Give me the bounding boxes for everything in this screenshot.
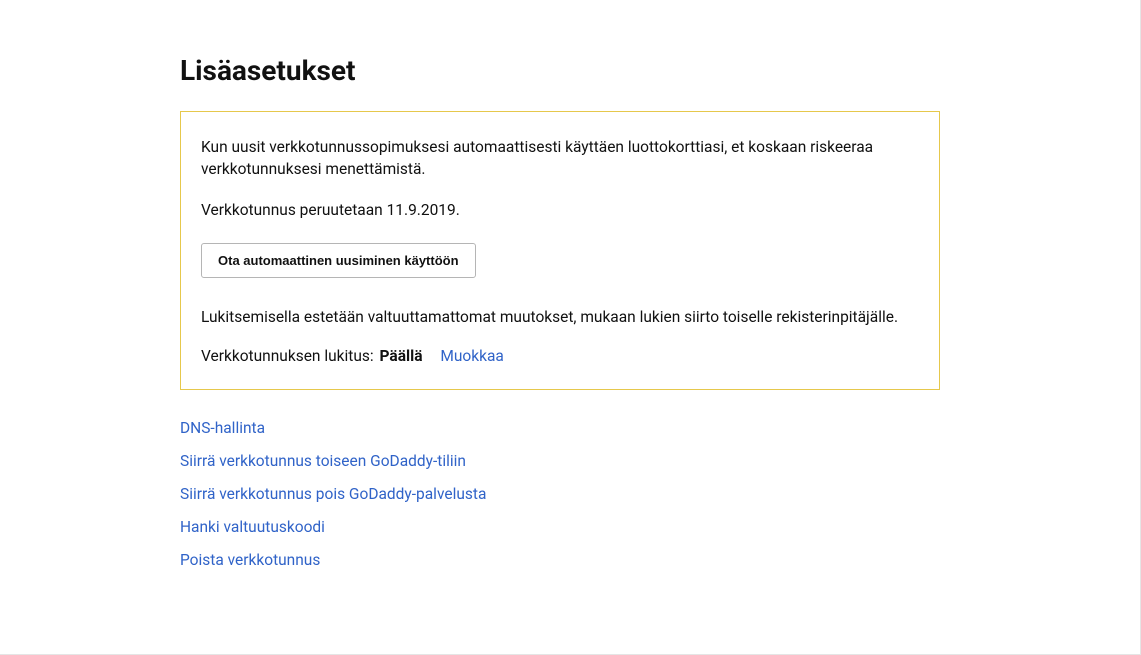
- page-title: Lisäasetukset: [180, 54, 960, 87]
- enable-auto-renew-button[interactable]: Ota automaattinen uusiminen käyttöön: [201, 243, 476, 278]
- auto-renew-info: Kun uusit verkkotunnussopimuksesi automa…: [201, 136, 919, 181]
- lock-description: Lukitsemisella estetään valtuuttamattoma…: [201, 306, 919, 328]
- lock-status-line: Verkkotunnuksen lukitus: Päällä Muokkaa: [201, 347, 919, 365]
- action-link-list: DNS-hallinta Siirrä verkkotunnus toiseen…: [180, 418, 960, 569]
- notice-box: Kun uusit verkkotunnussopimuksesi automa…: [180, 111, 940, 390]
- transfer-to-godaddy-account-link[interactable]: Siirrä verkkotunnus toiseen GoDaddy-tili…: [180, 452, 466, 470]
- transfer-away-from-godaddy-link[interactable]: Siirrä verkkotunnus pois GoDaddy-palvelu…: [180, 485, 486, 503]
- get-auth-code-link[interactable]: Hanki valtuutuskoodi: [180, 518, 325, 536]
- delete-domain-link[interactable]: Poista verkkotunnus: [180, 551, 320, 569]
- cancel-date-info: Verkkotunnus peruutetaan 11.9.2019.: [201, 199, 919, 221]
- lock-status-label: Verkkotunnuksen lukitus:: [201, 347, 374, 365]
- edit-lock-link[interactable]: Muokkaa: [440, 347, 504, 365]
- lock-status-value: Päällä: [380, 347, 423, 365]
- dns-management-link[interactable]: DNS-hallinta: [180, 419, 265, 437]
